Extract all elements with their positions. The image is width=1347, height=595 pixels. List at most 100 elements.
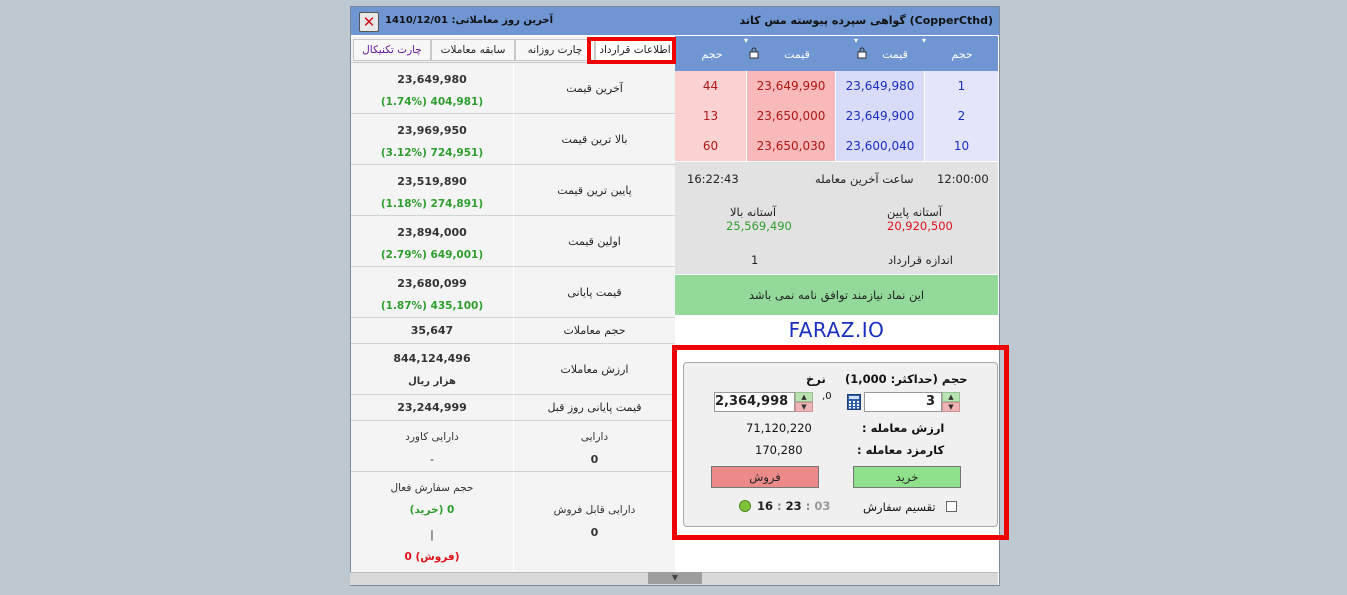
covered-assets-label: دارایی کاورد	[405, 431, 459, 443]
low-price-change: (1.18%) 274,891)	[380, 198, 484, 210]
close-icon[interactable]: ✕	[359, 12, 379, 32]
buy-price[interactable]: 23,649,900	[836, 101, 924, 131]
price-stepper[interactable]: ▲ ▼	[795, 392, 813, 412]
orderbook-header: حجم قیمت ▾ ▾ قیمت ▾ حجم	[675, 36, 998, 71]
clock-sep: :	[777, 499, 782, 513]
closing-price-value: 23,680,099	[397, 277, 467, 290]
clock-sep: :	[805, 499, 811, 513]
split-order-checkbox[interactable]	[946, 501, 957, 512]
chevron-down-icon[interactable]: ▼	[672, 573, 678, 582]
price-up-icon[interactable]: ▲	[795, 392, 813, 402]
prev-close-value: 23,244,999	[397, 401, 467, 414]
buy-volume: 1	[925, 71, 998, 101]
info-row-first-price: 23,894,000 (2.79%) 649,001) اولین قیمت	[351, 216, 675, 267]
high-price-label: بالا ترین قیمت	[514, 114, 675, 164]
trade-value-unit: هزار ریال	[408, 376, 456, 387]
trade-value-label: ارزش معاملات	[514, 344, 675, 394]
info-row-prev-close: 23,244,999 قیمت پایانی روز قبل	[351, 395, 675, 421]
price-prefix: 0,	[822, 391, 832, 402]
assets-label: دارایی	[580, 431, 609, 443]
info-row-trade-value: 844,124,496 هزار ریال ارزش معاملات	[351, 344, 675, 395]
orderbook-header-sell-volume: حجم	[701, 48, 723, 61]
price-down-icon[interactable]: ▼	[795, 402, 813, 412]
clock-minutes: 23	[785, 499, 802, 513]
trade-volume-label: حجم معاملات	[514, 318, 675, 343]
last-trading-day: آخرین روز معاملاتی: 1410/12/01	[385, 15, 553, 26]
status-indicator-icon	[739, 500, 751, 512]
first-price-label: اولین قیمت	[514, 216, 675, 266]
tab-trade-history[interactable]: سابقه معاملات	[431, 39, 515, 61]
volume-up-icon[interactable]: ▲	[942, 392, 960, 402]
contract-size-value: 1	[751, 253, 759, 267]
active-order-volume-label: حجم سفارش فعال	[390, 482, 474, 494]
orderbook-header-buy-volume: حجم	[951, 48, 973, 61]
order-volume-input[interactable]: 3	[864, 392, 942, 412]
sellable-assets-label: دارایی قابل فروش	[553, 504, 636, 516]
sell-price[interactable]: 23,650,030	[747, 131, 835, 161]
last-price-label: آخرین قیمت	[514, 63, 675, 113]
orderbook-header-buy-price: قیمت	[882, 48, 908, 61]
agreement-notice: این نماد نیازمند توافق نامه نمی باشد	[675, 275, 998, 315]
closing-price-change: (1.87%) 435,100)	[380, 300, 484, 312]
info-row-last-price: 23,649,980 (1.74%) 404,981) آخرین قیمت	[351, 63, 675, 114]
clock-seconds: 03	[814, 499, 831, 513]
order-volume-label: حجم (حداکثر: 1,000)	[845, 372, 968, 386]
trade-value-label: ارزش معامله :	[862, 421, 945, 435]
buy-price[interactable]: 23,600,040	[836, 131, 924, 161]
sell-button[interactable]: فروش	[711, 466, 819, 488]
info-row-closing-price: 23,680,099 (1.87%) 435,100) قیمت پایانی	[351, 267, 675, 318]
sell-volume: 44	[675, 71, 746, 101]
contract-size-label: اندازه قرارداد	[888, 253, 953, 267]
high-price-value: 23,969,950	[397, 124, 467, 137]
lock-icon[interactable]	[748, 47, 760, 62]
sort-arrow-icon[interactable]: ▾	[852, 36, 860, 45]
sell-volume: 13	[675, 101, 746, 131]
sell-volume: 60	[675, 131, 746, 161]
market-time: 12:00:00	[937, 172, 989, 186]
active-order-separator: |	[430, 528, 434, 541]
brand-logo: FARAZ.IO	[788, 318, 885, 342]
tab-technical-chart[interactable]: چارت تکنیکال	[353, 39, 431, 61]
volume-stepper[interactable]: ▲ ▼	[942, 392, 960, 412]
sell-price[interactable]: 23,649,990	[747, 71, 835, 101]
volume-down-icon[interactable]: ▼	[942, 402, 960, 412]
info-row-low-price: 23,519,890 (1.18%) 274,891) پایین ترین ق…	[351, 165, 675, 216]
sort-arrow-icon[interactable]: ▾	[920, 36, 928, 45]
scroll-thumb[interactable]: ▼	[648, 572, 702, 584]
title-bar: (CopperCthd) گواهی سپرده پیوسته مس کاتد …	[351, 7, 999, 35]
prev-close-label: قیمت پایانی روز قبل	[514, 395, 675, 420]
orderbook-row[interactable]: 13 23,650,000 23,649,900 2	[675, 101, 998, 131]
trade-value: 71,120,220	[746, 421, 812, 435]
orderbook-header-sell-price: قیمت	[784, 48, 810, 61]
sell-price[interactable]: 23,650,000	[747, 101, 835, 131]
active-order-buy: (خرید) 0	[409, 504, 455, 516]
lower-threshold-value: 20,920,500	[887, 219, 953, 233]
calculator-icon[interactable]	[847, 394, 861, 410]
covered-assets-value: -	[430, 453, 434, 466]
info-row-active-orders: حجم سفارش فعال (خرید) 0 | 0 (فروش) دارای…	[351, 472, 675, 573]
split-order-label: تقسیم سفارش	[863, 500, 936, 514]
trade-value-value: 844,124,496	[393, 352, 471, 365]
buy-price[interactable]: 23,649,980	[836, 71, 924, 101]
order-price-input[interactable]: 2,364,998	[714, 392, 795, 412]
tab-highlight	[587, 37, 676, 64]
fee-label: کارمزد معامله :	[857, 443, 945, 457]
fee-value: 170,280	[755, 443, 803, 457]
info-row-high-price: 23,969,950 (3.12%) 724,951) بالا ترین قی…	[351, 114, 675, 165]
clock-hours: 16	[757, 499, 774, 513]
last-trade-time: 16:22:43	[687, 172, 739, 186]
closing-price-label: قیمت پایانی	[514, 267, 675, 317]
buy-button[interactable]: خرید	[853, 466, 961, 488]
orderbook-row[interactable]: 60 23,650,030 23,600,040 10	[675, 131, 998, 161]
active-order-sell: 0 (فروش)	[404, 551, 460, 563]
sort-arrow-icon[interactable]: ▾	[742, 36, 750, 45]
last-price-value: 23,649,980	[397, 73, 467, 86]
high-price-change: (3.12%) 724,951)	[380, 147, 484, 159]
order-price-label: نرخ	[806, 372, 826, 386]
first-price-change: (2.79%) 649,001)	[380, 249, 484, 261]
orderbook-row[interactable]: 44 23,649,990 23,649,980 1	[675, 71, 998, 101]
market-info-panel: 12:00:00 ساعت آخرین معامله 16:22:43 آستا…	[675, 162, 998, 274]
upper-threshold-label: آستانه بالا	[730, 205, 777, 219]
tab-daily-chart[interactable]: چارت روزانه	[515, 39, 595, 61]
upper-threshold-value: 25,569,490	[726, 219, 792, 233]
